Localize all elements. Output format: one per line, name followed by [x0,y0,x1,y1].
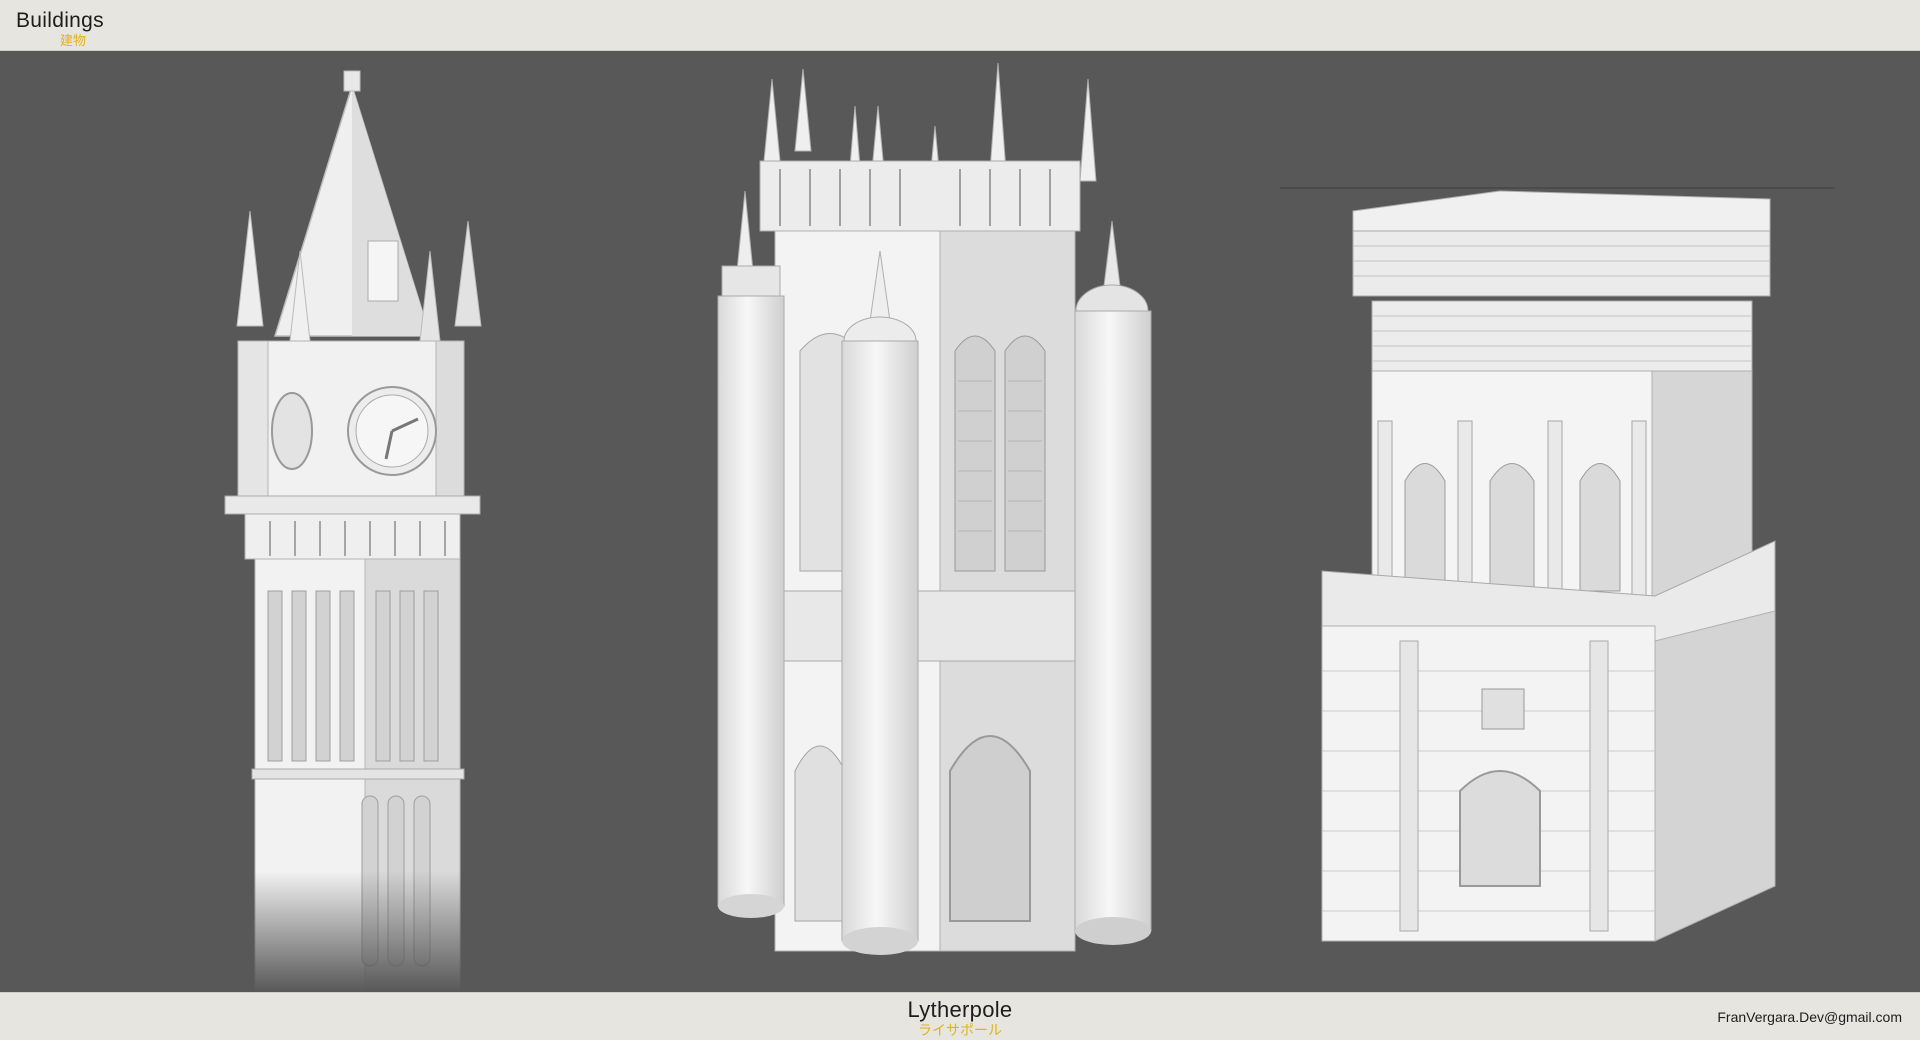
footer-bar: Lytherpole ライサポール FranVergara.Dev@gmail.… [0,992,1920,1039]
clock-tower-model [224,70,482,992]
render-viewport [0,51,1920,992]
models-svg [224,62,1835,992]
contact-email[interactable]: FranVergara.Dev@gmail.com [1717,1009,1902,1025]
project-subtitle: ライサポール [918,1023,1002,1039]
neoclassical-block-model [1280,187,1835,942]
section-subtitle: 建物 [60,34,87,49]
gothic-tower-model [717,62,1152,955]
header-bar: Buildings 建物 [0,0,1920,51]
